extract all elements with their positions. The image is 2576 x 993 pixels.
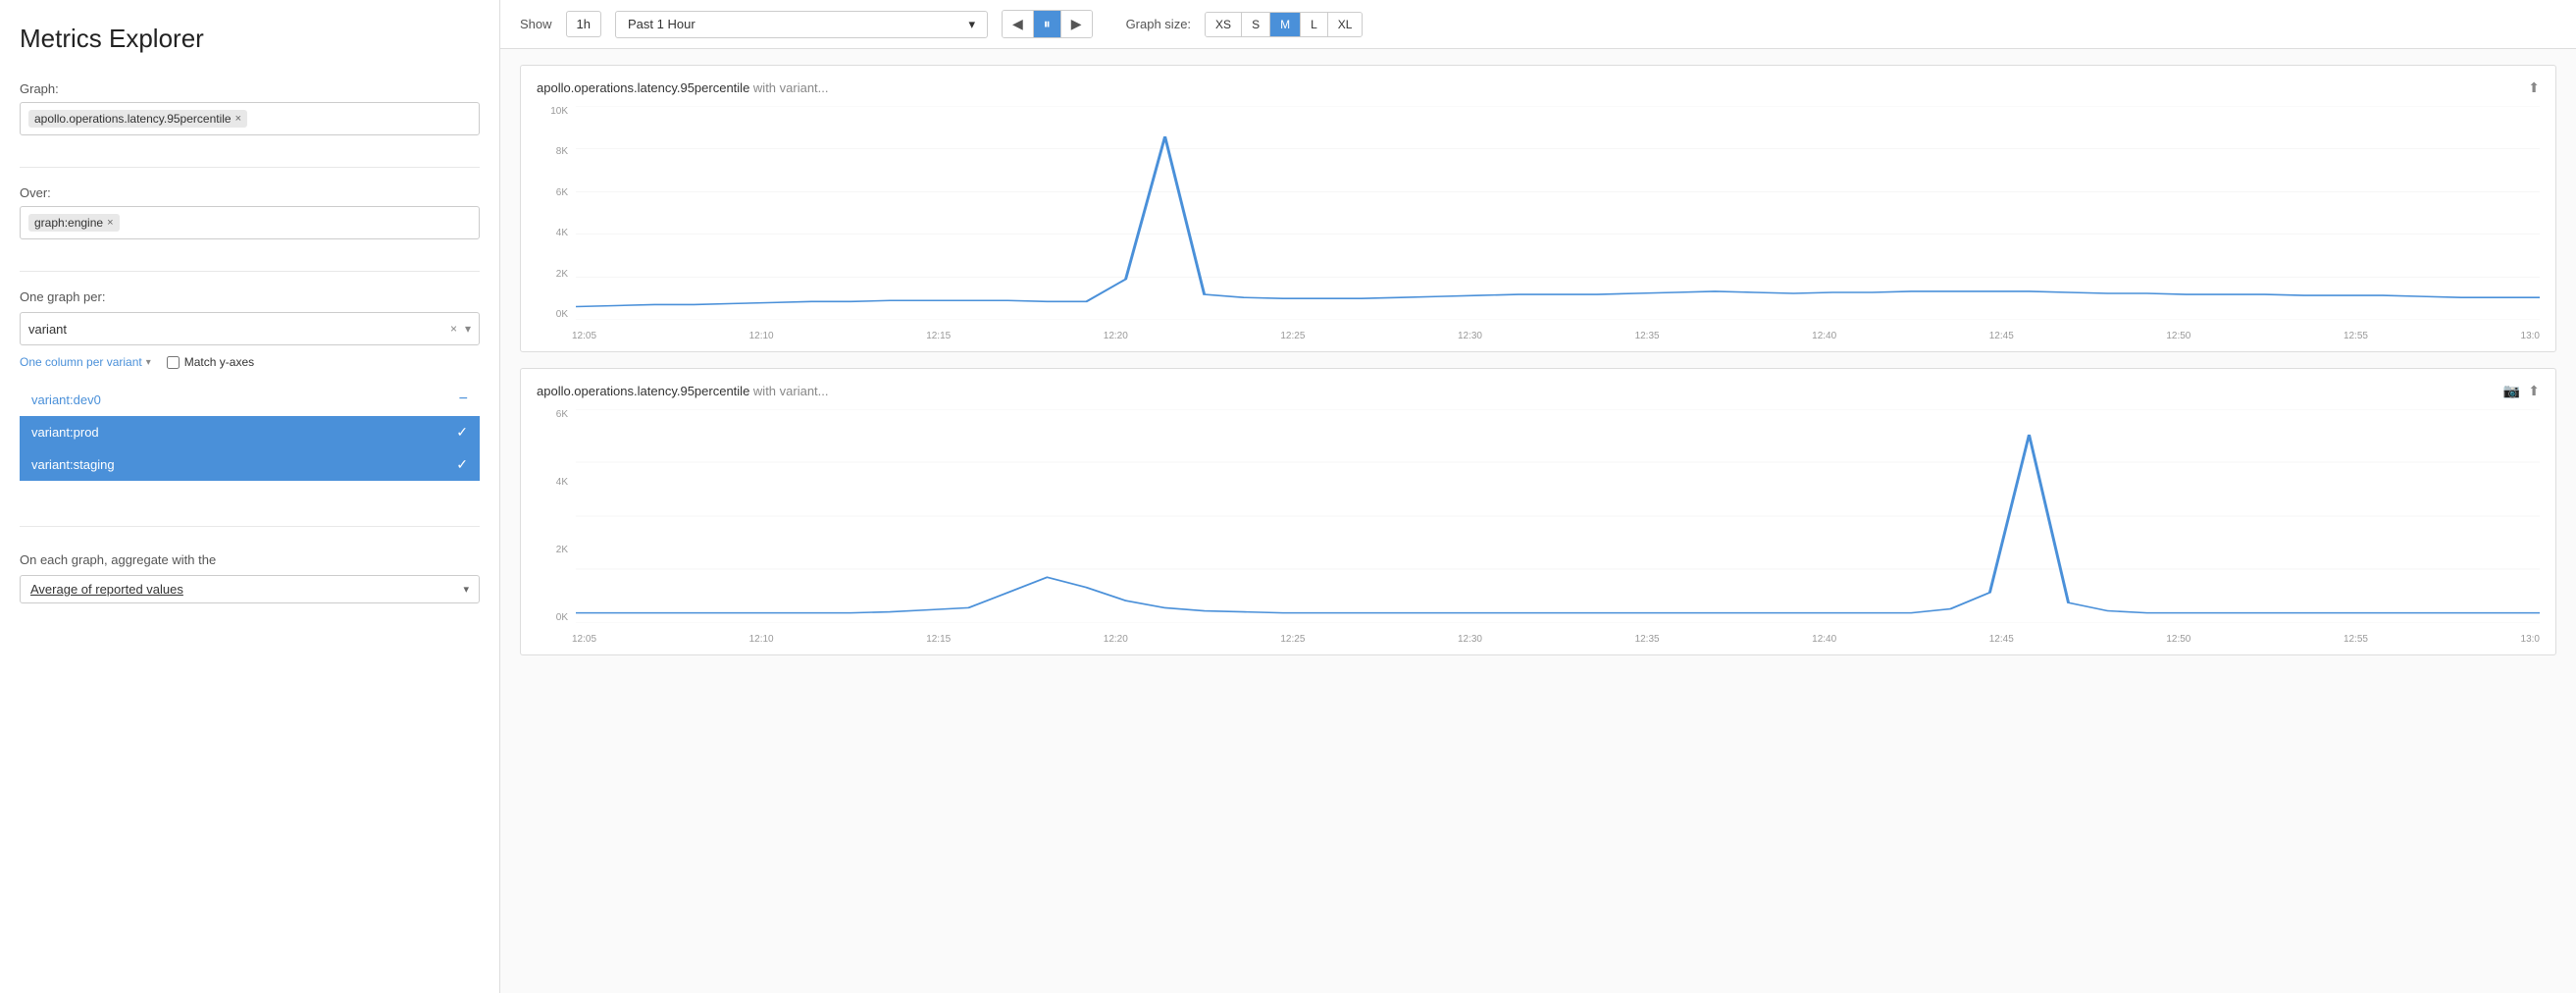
page-title: Metrics Explorer [20,24,480,54]
chevron-down-icon[interactable]: ▾ [465,322,471,336]
chart-2-x-axis: 12:05 12:10 12:15 12:20 12:25 12:30 12:3… [572,634,2540,645]
chart-card-1: apollo.operations.latency.95percentile w… [520,65,2556,352]
check-icon: ✓ [456,424,468,441]
top-bar: Show 1h Past 1 Hour ▾ ◀ ⏸ ▶ Graph size: … [500,0,2576,49]
nav-buttons: ◀ ⏸ ▶ [1002,10,1093,38]
over-tag-remove[interactable]: × [107,217,113,229]
charts-area: apollo.operations.latency.95percentile w… [500,49,2576,993]
chevron-down-icon: ▾ [968,17,975,32]
chart-1-title: apollo.operations.latency.95percentile w… [537,80,829,95]
size-m-button[interactable]: M [1270,13,1301,36]
variant-item-staging[interactable]: variant:staging ✓ [20,448,480,481]
time-1h-button[interactable]: 1h [566,11,601,37]
chart-1-y-axis: 10K 8K 6K 4K 2K 0K [537,106,572,320]
chart-2-actions: 📷 ⬆ [2503,383,2540,399]
chart-1-x-axis: 12:05 12:10 12:15 12:20 12:25 12:30 12:3… [572,331,2540,341]
over-input[interactable]: graph:engine × [20,206,480,239]
chart-1-body: 10K 8K 6K 4K 2K 0K [537,106,2540,341]
camera-icon[interactable]: 📷 [2503,383,2520,399]
graph-size-label: Graph size: [1126,17,1191,31]
size-s-button[interactable]: S [1242,13,1270,36]
over-tag: graph:engine × [28,214,120,232]
chevron-down-icon: ▾ [146,357,151,368]
check-icon: ✓ [456,456,468,473]
chart-2-body: 6K 4K 2K 0K [537,409,2540,645]
time-range-dropdown[interactable]: Past 1 Hour ▾ [615,11,988,38]
export-icon[interactable]: ⬆ [2528,383,2540,399]
show-label: Show [520,17,552,31]
size-xs-button[interactable]: XS [1206,13,1242,36]
variant-item-dev0[interactable]: variant:dev0 − [20,383,480,416]
one-graph-per-label: One graph per: [20,289,480,304]
graph-label: Graph: [20,81,480,96]
graph-section: Graph: apollo.operations.latency.95perce… [20,81,480,135]
aggregate-section: On each graph, aggregate with the Averag… [20,552,480,603]
export-icon[interactable]: ⬆ [2528,79,2540,96]
match-axes-row: One column per variant ▾ Match y-axes [20,355,480,369]
graph-size-buttons: XS S M L XL [1205,12,1363,37]
one-graph-per-select[interactable]: variant × ▾ [20,312,480,345]
over-label: Over: [20,185,480,200]
over-section: Over: graph:engine × [20,185,480,239]
chart-2-svg [576,409,2540,623]
chart-1-svg [576,106,2540,320]
left-panel: Metrics Explorer Graph: apollo.operation… [0,0,500,993]
chart-2-title: apollo.operations.latency.95percentile w… [537,384,829,398]
chevron-down-icon: ▾ [463,583,469,596]
nav-pause-button[interactable]: ⏸ [1034,11,1061,37]
size-xl-button[interactable]: XL [1328,13,1363,36]
match-axes-checkbox-row: Match y-axes [167,355,254,369]
chart-1-plot [576,106,2540,320]
clear-icon[interactable]: × [450,322,457,336]
graph-tag: apollo.operations.latency.95percentile × [28,110,247,128]
size-l-button[interactable]: L [1301,13,1328,36]
nav-prev-button[interactable]: ◀ [1003,11,1034,37]
chart-1-header: apollo.operations.latency.95percentile w… [537,79,2540,96]
chart-card-2: apollo.operations.latency.95percentile w… [520,368,2556,655]
divider-3 [20,526,480,527]
chart-2-plot [576,409,2540,623]
variant-list: variant:dev0 − variant:prod ✓ variant:st… [20,383,480,481]
chart-1-actions: ⬆ [2528,79,2540,96]
one-graph-per-section: One graph per: variant × ▾ One column pe… [20,289,480,495]
nav-next-button[interactable]: ▶ [1061,11,1092,37]
chart-2-y-axis: 6K 4K 2K 0K [537,409,572,623]
graph-input[interactable]: apollo.operations.latency.95percentile × [20,102,480,135]
col-per-variant-btn[interactable]: One column per variant ▾ [20,355,151,369]
aggregate-select[interactable]: Average of reported values ▾ [20,575,480,603]
graph-tag-remove[interactable]: × [235,113,241,125]
variant-item-prod[interactable]: variant:prod ✓ [20,416,480,448]
match-axes-checkbox[interactable] [167,356,180,369]
minus-icon: − [459,391,468,408]
chart-2-header: apollo.operations.latency.95percentile w… [537,383,2540,399]
right-panel: Show 1h Past 1 Hour ▾ ◀ ⏸ ▶ Graph size: … [500,0,2576,993]
aggregate-label: On each graph, aggregate with the [20,552,480,567]
divider-1 [20,167,480,168]
divider-2 [20,271,480,272]
